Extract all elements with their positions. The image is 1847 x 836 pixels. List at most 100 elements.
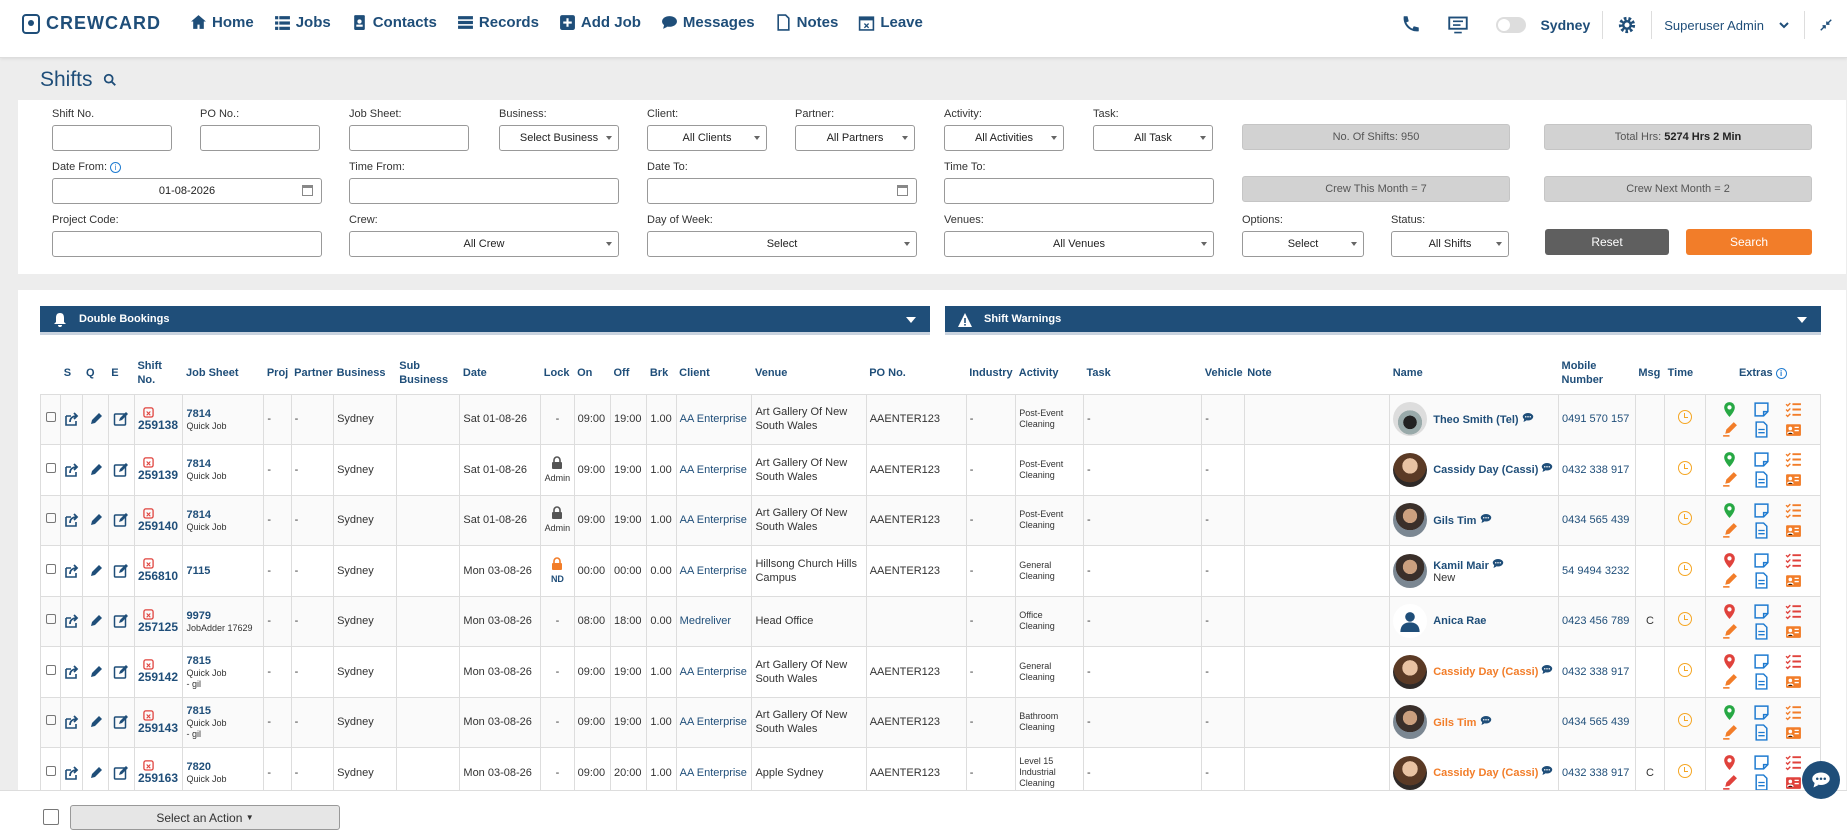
col-sub-business[interactable]: Sub Business [396,352,460,394]
col-shift-no[interactable]: Shift No. [134,352,183,394]
map-pin-icon[interactable] [1721,704,1738,721]
edit-icon[interactable] [113,411,129,427]
document-icon[interactable] [1753,724,1770,741]
nav-notes[interactable]: Notes [775,14,838,31]
row-checkbox[interactable] [45,412,56,423]
pencil-icon[interactable] [88,563,104,579]
search-icon[interactable] [103,73,117,87]
clock-icon[interactable] [1677,460,1692,475]
map-pin-icon[interactable] [1721,401,1738,418]
checklist-icon[interactable] [1785,552,1802,569]
row-checkbox[interactable] [45,563,56,574]
document-icon[interactable] [1753,623,1770,640]
nav-records[interactable]: Records [457,14,539,31]
client-link[interactable]: AA Enterprise [675,545,753,597]
col-po-no[interactable]: PO No. [866,352,966,394]
avatar[interactable] [1393,402,1428,437]
share-icon[interactable] [64,563,80,579]
client-link[interactable]: AA Enterprise [675,696,753,748]
shift-number[interactable]: 257125 [138,620,178,634]
avatar[interactable] [1393,755,1428,790]
col-venue[interactable]: Venue [752,352,866,394]
share-icon[interactable] [64,512,80,528]
col-off[interactable]: Off [610,352,646,394]
edit-icon[interactable] [113,613,129,629]
job-sheet-input[interactable] [349,125,469,151]
crew-name[interactable]: Cassidy Day (Cassi) [1433,464,1538,476]
col-vehicle[interactable]: Vehicle [1202,352,1244,394]
note-icon[interactable] [1753,401,1770,418]
checklist-icon[interactable] [1785,653,1802,670]
message-bubble-icon[interactable] [1480,513,1492,524]
id-card-icon[interactable] [1785,471,1802,488]
edit-signature-icon[interactable] [1721,421,1738,438]
edit-signature-icon[interactable] [1721,522,1738,539]
col-lock[interactable]: Lock [541,352,574,394]
col-date[interactable]: Date [460,352,541,394]
activity-select[interactable]: All Activities [944,125,1064,151]
job-sheet-cell[interactable]: 7815 Quick Job - gil [182,646,265,698]
shift-no-cell[interactable]: 259142 [133,646,184,698]
phone-icon[interactable] [1400,15,1420,35]
clock-icon[interactable] [1677,662,1692,677]
job-number[interactable]: 7814 [186,408,210,420]
pencil-icon[interactable] [88,714,104,730]
share-icon[interactable] [64,462,80,478]
col-activity[interactable]: Activity [1016,352,1084,394]
status-select[interactable]: All Shifts [1391,231,1509,257]
crew-name[interactable]: Cassidy Day (Cassi) [1433,767,1538,779]
reset-button[interactable]: Reset [1545,229,1669,255]
mobile-link[interactable]: 0432 338 917 [1558,646,1636,698]
clock-icon[interactable] [1677,713,1692,728]
job-number[interactable]: 7814 [186,458,210,470]
info-icon[interactable]: i [1775,367,1787,379]
edit-icon[interactable] [113,462,129,478]
crew-name[interactable]: Theo Smith (Tel) [1433,414,1518,426]
shift-no-input[interactable] [52,125,172,151]
note-icon[interactable] [1753,603,1770,620]
client-select[interactable]: All Clients [647,125,767,151]
client-link[interactable]: Medreliver [675,595,753,647]
mobile-link[interactable]: 0432 338 917 [1558,444,1636,496]
document-icon[interactable] [1753,421,1770,438]
pencil-icon[interactable] [88,462,104,478]
user-menu[interactable]: Superuser Admin [1664,18,1764,33]
avatar[interactable] [1393,705,1428,740]
edit-icon[interactable] [113,765,129,781]
document-icon[interactable] [1753,673,1770,690]
share-icon[interactable] [64,411,80,427]
col-on[interactable]: On [574,352,610,394]
document-icon[interactable] [1753,572,1770,589]
map-pin-icon[interactable] [1721,653,1738,670]
checklist-icon[interactable] [1785,502,1802,519]
share-icon[interactable] [64,664,80,680]
checklist-icon[interactable] [1785,704,1802,721]
current-city[interactable]: Sydney [1540,17,1590,33]
shift-number[interactable]: 259142 [138,670,178,684]
shift-number[interactable]: 259138 [138,418,178,432]
edit-signature-icon[interactable] [1721,623,1738,640]
clock-icon[interactable] [1677,612,1692,627]
crew-name[interactable]: Cassidy Day (Cassi) [1433,666,1538,678]
note-icon[interactable] [1753,451,1770,468]
edit-signature-icon[interactable] [1721,774,1738,791]
client-link[interactable]: AA Enterprise [675,444,753,496]
map-pin-icon[interactable] [1721,552,1738,569]
col-mobile[interactable]: Mobile Number [1559,352,1636,394]
share-icon[interactable] [64,613,80,629]
message-bubble-icon[interactable] [1480,715,1492,726]
city-toggle[interactable] [1496,17,1527,33]
crew-name[interactable]: Anica Rae [1433,615,1486,627]
mobile-link[interactable]: 0423 456 789 [1558,595,1636,647]
double-bookings-panel[interactable]: Double Bookings [40,306,930,335]
col-brk[interactable]: Brk [647,352,676,394]
crew-select[interactable]: All Crew [349,231,619,257]
edit-icon[interactable] [113,714,129,730]
col-proj[interactable]: Proj [264,352,291,394]
col-business[interactable]: Business [334,352,397,394]
map-pin-icon[interactable] [1721,754,1738,771]
search-button[interactable]: Search [1686,229,1812,255]
table-row[interactable]: 259140 7814 Quick Job - - Sydney Sat 01-0… [39,494,1822,546]
nav-messages[interactable]: Messages [661,14,755,31]
col-industry[interactable]: Industry [966,352,1016,394]
